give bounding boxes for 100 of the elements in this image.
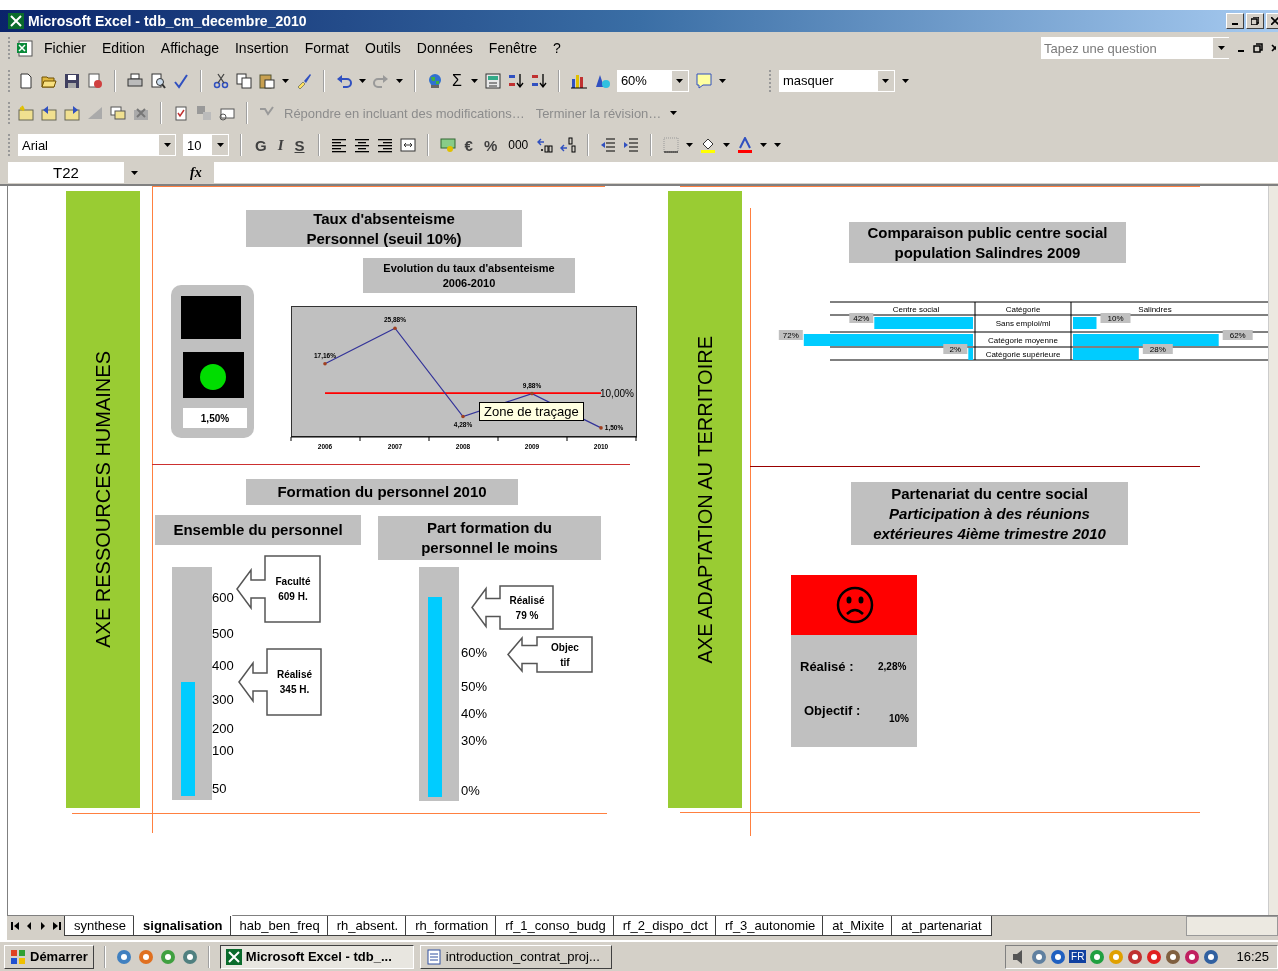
first-sheet-icon[interactable] xyxy=(11,922,19,930)
caret-icon[interactable] xyxy=(216,143,224,147)
print-preview-icon[interactable] xyxy=(150,72,166,89)
dropdown-button[interactable] xyxy=(1213,38,1229,58)
menu-item[interactable]: Insertion xyxy=(229,40,294,56)
sort-descending-icon[interactable] xyxy=(530,72,547,89)
document-icon[interactable] xyxy=(425,948,442,965)
checklist-icon[interactable] xyxy=(173,105,189,121)
caret-icon[interactable] xyxy=(718,78,726,83)
menu-item[interactable]: Données xyxy=(411,40,478,56)
previous-comment-icon[interactable] xyxy=(41,105,57,121)
font-size-dropdown[interactable]: 10 xyxy=(183,134,229,156)
thousands-button[interactable]: 000 xyxy=(506,138,531,152)
zoom-dropdown[interactable]: 60% xyxy=(616,69,689,92)
windows-icon[interactable] xyxy=(110,105,126,121)
restore-button[interactable] xyxy=(1246,13,1264,29)
spreadsheet-icon[interactable] xyxy=(225,948,242,965)
sheet-tab[interactable]: at_partenariat xyxy=(891,916,992,936)
menu-item[interactable]: Outils xyxy=(360,40,406,56)
sheet-tab[interactable]: rf_1_conso_budg xyxy=(495,916,616,936)
data-label: 2% xyxy=(943,344,968,354)
print-icon[interactable] xyxy=(127,72,143,89)
next-sheet-icon[interactable] xyxy=(39,922,47,930)
merge-center-icon[interactable] xyxy=(399,137,416,153)
decrease-decimal-icon[interactable] xyxy=(560,137,577,153)
permission-icon[interactable] xyxy=(87,72,103,89)
caret-icon[interactable] xyxy=(282,78,289,83)
italic-button[interactable]: I xyxy=(275,136,286,154)
align-right-icon[interactable] xyxy=(376,137,393,153)
menu-item[interactable]: Fichier xyxy=(39,40,91,56)
caret-icon[interactable] xyxy=(396,78,403,83)
workbook-icon[interactable] xyxy=(17,39,33,57)
windows-logo-icon[interactable] xyxy=(10,948,26,965)
restore-icon[interactable] xyxy=(1251,17,1259,25)
close-icon[interactable] xyxy=(1271,44,1276,52)
caret-icon[interactable] xyxy=(901,78,909,83)
decrease-indent-icon[interactable] xyxy=(600,137,617,153)
help-icon[interactable] xyxy=(695,72,712,89)
caret-icon[interactable] xyxy=(470,78,478,83)
bar-chart-icon[interactable] xyxy=(570,72,587,89)
increase-decimal-icon[interactable] xyxy=(537,137,554,153)
sheet-tab[interactable]: signalisation xyxy=(133,915,233,936)
taskbar-button[interactable]: Microsoft Excel - tdb_... xyxy=(219,944,414,969)
caret-icon[interactable] xyxy=(676,78,684,83)
new-file-icon[interactable] xyxy=(18,72,34,89)
delete-comment-icon[interactable] xyxy=(133,105,149,121)
caret-icon[interactable] xyxy=(670,111,678,115)
caret-icon[interactable] xyxy=(882,78,890,83)
previous-sheet-icon[interactable] xyxy=(25,922,33,930)
name-box[interactable]: T22 xyxy=(8,162,124,183)
formula-field[interactable] xyxy=(214,162,1278,183)
underline-button[interactable]: S xyxy=(292,136,307,154)
menu-item[interactable]: Edition xyxy=(97,40,150,56)
style-dropdown[interactable]: masquer xyxy=(778,69,895,92)
fill-color-icon[interactable] xyxy=(700,137,717,153)
copy-icon[interactable] xyxy=(236,72,252,89)
caret-icon[interactable] xyxy=(163,143,171,147)
start-button[interactable]: Démarrer xyxy=(4,944,94,969)
undo-icon[interactable] xyxy=(336,72,352,89)
font-dropdown[interactable]: Arial xyxy=(18,134,176,156)
sheet-tab[interactable]: hab_ben_freq xyxy=(229,916,330,936)
horizontal-scrollbar[interactable] xyxy=(1186,916,1278,936)
mail-icon[interactable] xyxy=(219,105,235,121)
caret-icon[interactable] xyxy=(359,78,366,83)
next-comment-icon[interactable] xyxy=(64,105,80,121)
caret-icon[interactable] xyxy=(723,143,731,147)
save-icon[interactable] xyxy=(64,72,80,89)
menu-item[interactable]: Format xyxy=(299,40,354,56)
align-center-icon[interactable] xyxy=(353,137,370,153)
bold-button[interactable]: G xyxy=(253,136,269,154)
sort-ascending-icon[interactable] xyxy=(507,72,524,89)
align-left-icon[interactable] xyxy=(330,137,347,153)
close-icon[interactable] xyxy=(1271,17,1278,25)
spreadsheet-icon[interactable] xyxy=(8,13,24,29)
percent-button[interactable]: % xyxy=(481,136,500,154)
increase-indent-icon[interactable] xyxy=(623,137,640,153)
caret-icon[interactable] xyxy=(1217,46,1225,50)
font-color-icon[interactable] xyxy=(737,137,754,153)
language-indicator[interactable]: FR xyxy=(1069,950,1087,963)
caret-icon[interactable] xyxy=(686,143,694,147)
caret-icon[interactable] xyxy=(130,170,138,175)
menu-item[interactable]: Affichage xyxy=(155,40,224,56)
calculator-icon[interactable] xyxy=(484,72,501,89)
menu-item[interactable]: Fenêtre xyxy=(483,40,543,56)
restore-icon[interactable] xyxy=(1253,43,1263,53)
window-title: Microsoft Excel - tdb_cm_decembre_2010 xyxy=(28,13,307,29)
scissors-icon[interactable] xyxy=(213,72,229,89)
last-sheet-icon[interactable] xyxy=(53,922,61,930)
paintbrush-icon[interactable] xyxy=(296,72,312,89)
minimize-button[interactable] xyxy=(1226,13,1244,29)
autosum-button[interactable]: Σ xyxy=(450,71,464,90)
menu-item[interactable]: ? xyxy=(548,40,566,56)
euro-button[interactable]: € xyxy=(462,136,475,154)
taskbar-button[interactable]: introduction_contrat_proj... xyxy=(419,944,612,969)
borders-icon[interactable] xyxy=(663,137,680,153)
paste-icon[interactable] xyxy=(259,72,275,89)
vertical-scrollbar[interactable] xyxy=(1268,186,1278,915)
insert-function-button[interactable]: fx xyxy=(190,164,214,181)
sheet-tab[interactable]: rf_2_dispo_dct xyxy=(612,916,718,936)
spelling-icon[interactable] xyxy=(173,72,189,89)
